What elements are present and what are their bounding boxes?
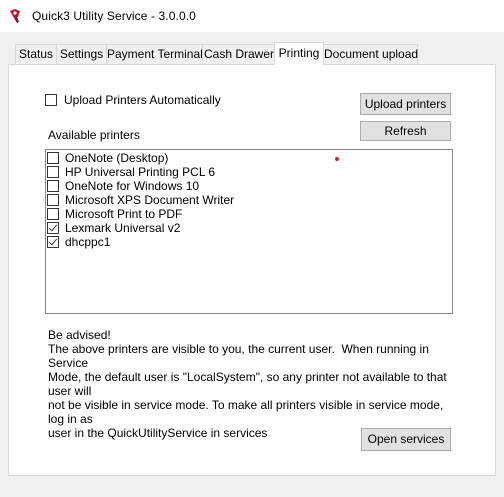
printer-name: Microsoft Print to PDF (65, 207, 183, 221)
window-title: Quick3 Utility Service - 3.0.0.0 (32, 9, 196, 23)
printer-checkbox[interactable] (47, 194, 59, 206)
printer-name: HP Universal Printing PCL 6 (65, 165, 216, 179)
quick3-logo-icon (8, 8, 24, 24)
printer-name: Lexmark Universal v2 (65, 221, 181, 235)
printer-checkbox[interactable] (47, 208, 59, 220)
upload-printers-automatically-checkbox[interactable] (45, 94, 57, 106)
printer-checkbox[interactable] (47, 152, 59, 164)
printer-checkbox[interactable] (47, 166, 59, 178)
red-marker-dot (335, 157, 339, 161)
printer-item[interactable]: OneNote (Desktop) (46, 151, 426, 165)
tab-cash-drawer[interactable]: Cash Drawer (202, 44, 276, 64)
tab-printing[interactable]: Printing (274, 42, 324, 65)
printer-item[interactable]: Microsoft XPS Document Writer (46, 193, 426, 207)
printer-name: dhcppc1 (65, 235, 111, 249)
tab-status[interactable]: Status (15, 44, 57, 64)
tab-settings[interactable]: Settings (56, 44, 107, 64)
open-services-button[interactable]: Open services (361, 428, 451, 451)
printer-item[interactable]: dhcppc1 (46, 235, 426, 249)
printers-checklist[interactable]: OneNote (Desktop) HP Universal Printing … (45, 149, 453, 314)
tab-document-upload-label: Document upload (324, 47, 419, 61)
refresh-button[interactable]: Refresh (360, 121, 451, 141)
printer-checkbox[interactable] (47, 236, 59, 248)
tab-document-upload[interactable]: Document upload (323, 44, 418, 64)
printer-item[interactable]: HP Universal Printing PCL 6 (46, 165, 426, 179)
tab-settings-label: Settings (59, 47, 104, 61)
printer-item[interactable]: OneNote for Windows 10 (46, 179, 426, 193)
title-bar[interactable]: Quick3 Utility Service - 3.0.0.0 (0, 0, 504, 32)
advisory-trailing-dot: . (48, 396, 52, 410)
tab-payment-terminal-label: Payment Terminal (107, 47, 203, 61)
printer-name: OneNote (Desktop) (65, 151, 169, 165)
printer-checkbox[interactable] (47, 180, 59, 192)
tab-cash-drawer-label: Cash Drawer (203, 47, 275, 61)
printer-item[interactable]: Microsoft Print to PDF (46, 207, 426, 221)
tab-status-label: Status (18, 47, 54, 61)
printer-checkbox[interactable] (47, 222, 59, 234)
printer-name: Microsoft XPS Document Writer (65, 193, 235, 207)
upload-printers-button[interactable]: Upload printers (360, 93, 451, 115)
available-printers-label: Available printers (48, 128, 140, 142)
tab-printing-label: Printing (278, 46, 320, 60)
service-mode-advisory-text: Be advised! The above printers are visib… (48, 328, 447, 440)
upload-printers-automatically-label[interactable]: Upload Printers Automatically (64, 93, 221, 107)
printer-name: OneNote for Windows 10 (65, 179, 200, 193)
printer-item[interactable]: Lexmark Universal v2 (46, 221, 426, 235)
tab-payment-terminal[interactable]: Payment Terminal (106, 44, 203, 64)
